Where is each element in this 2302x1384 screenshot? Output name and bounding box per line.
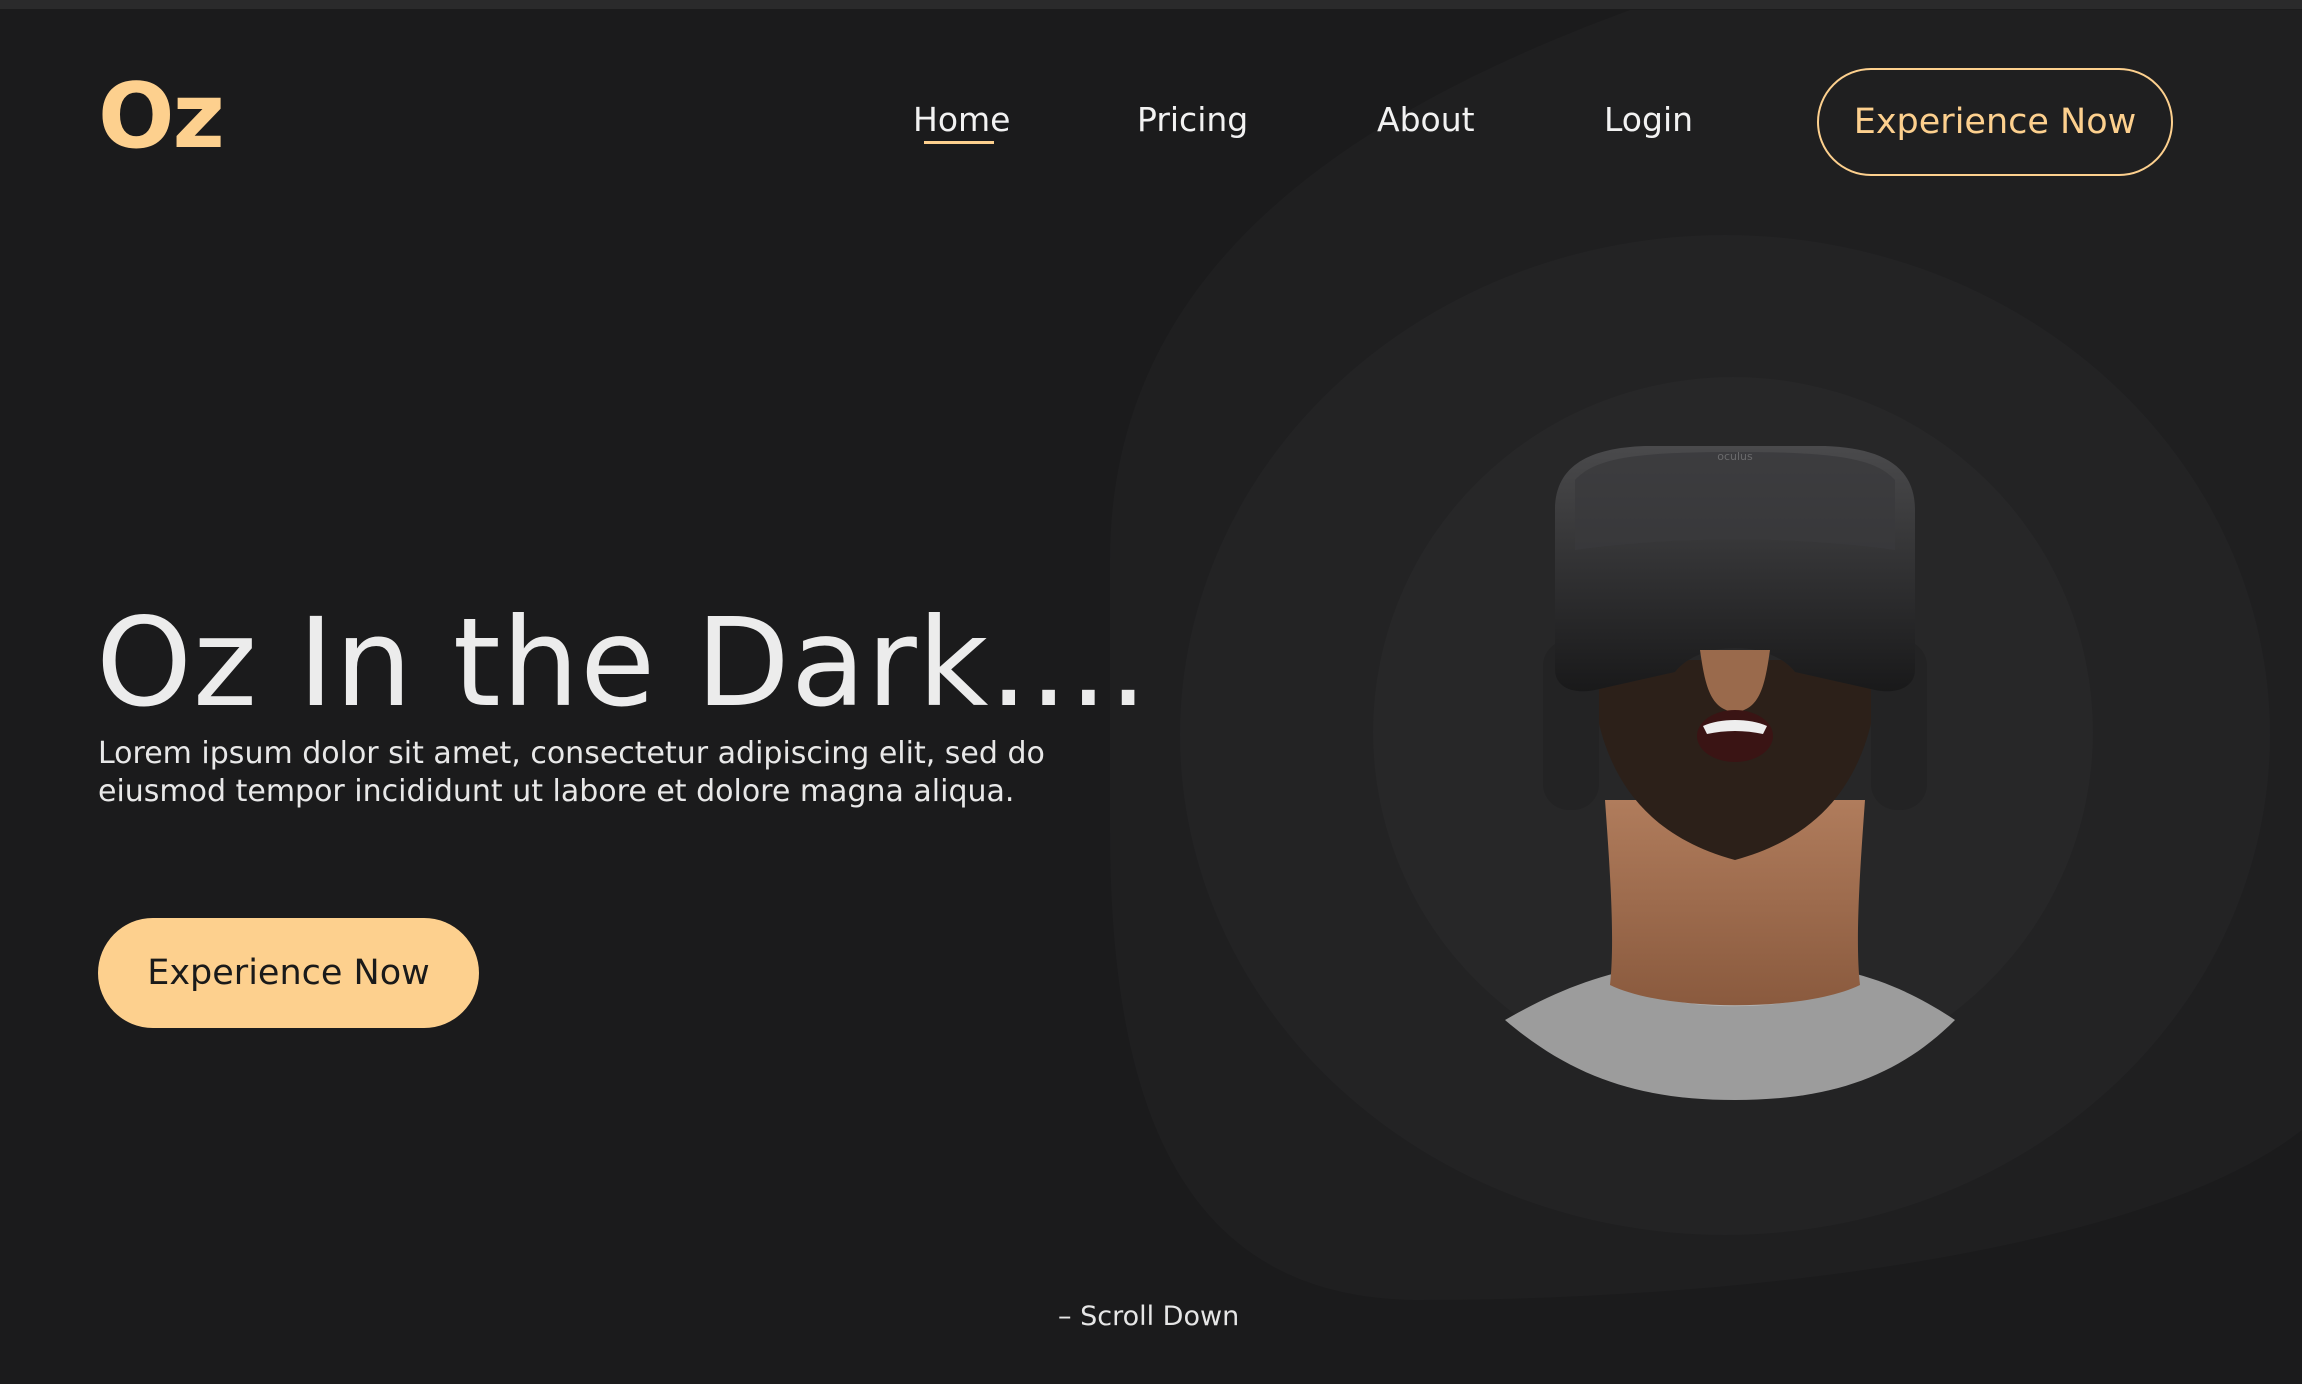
hero-title: Oz In the Dark.... (96, 592, 1149, 734)
headset-top-sheen (1575, 452, 1895, 550)
scroll-down-hint[interactable]: – Scroll Down (1058, 1301, 1239, 1332)
nav-about[interactable]: About (1377, 98, 1475, 142)
hero-description: Lorem ipsum dolor sit amet, consectetur … (98, 736, 1045, 809)
vr-person-image: oculus (1505, 446, 1955, 1100)
headset-brand-mark: oculus (1717, 450, 1753, 463)
nav-pricing[interactable]: Pricing (1137, 98, 1248, 142)
logo[interactable]: Oz (98, 72, 225, 162)
hero-experience-now-button[interactable]: Experience Now (98, 918, 479, 1028)
nav-home-active-indicator (924, 141, 994, 144)
nav-home[interactable]: Home (913, 98, 1010, 142)
nav-login[interactable]: Login (1604, 98, 1693, 142)
header-experience-now-button[interactable]: Experience Now (1817, 68, 2173, 176)
mouth (1697, 710, 1773, 762)
